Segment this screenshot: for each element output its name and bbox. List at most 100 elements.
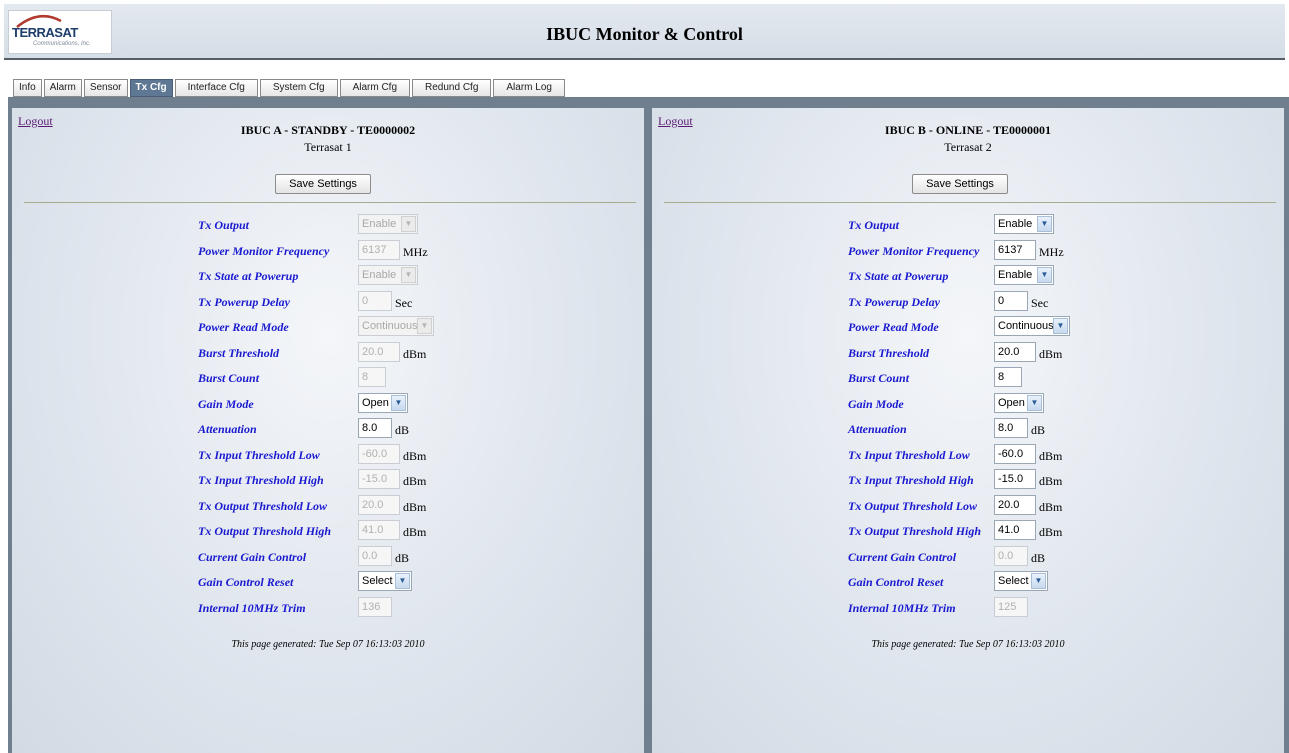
row-tx-input-threshold-low: Tx Input Threshold Low -60.0 dBm [12, 443, 644, 470]
tab-sensor[interactable]: Sensor [83, 79, 128, 97]
tx-state-at-powerup-select[interactable]: Enable ▼ [994, 265, 1054, 285]
burst-threshold-input[interactable]: 20.0 [994, 341, 1036, 362]
tab-system-cfg[interactable]: System Cfg [259, 79, 338, 97]
row-burst-count: Burst Count 8 [652, 367, 1284, 393]
tab-interface-cfg[interactable]: Interface Cfg [174, 79, 258, 97]
unit-title: IBUC B - ONLINE - TE0000001 [884, 123, 1052, 137]
page-title: IBUC Monitor & Control [546, 24, 743, 44]
tx-powerup-delay-input[interactable]: 0 [358, 290, 392, 311]
current-gain-control-input[interactable]: 0.0 [358, 545, 392, 566]
field-label: Tx Input Threshold High [198, 473, 324, 487]
tab-alarm-log[interactable]: Alarm Log [493, 79, 565, 97]
attenuation-input[interactable]: 8.0 [994, 418, 1028, 438]
tx-input-threshold-low-input[interactable]: -60.0 [358, 443, 400, 464]
tab-alarm-cfg[interactable]: Alarm Cfg [339, 79, 411, 97]
generated-timestamp: This page generated: Tue Sep 07 16:13:03… [231, 639, 425, 650]
chevron-down-icon: ▼ [391, 394, 406, 411]
power-read-mode-select[interactable]: Continuous ▼ [358, 316, 434, 336]
gain-mode-select[interactable]: Open ▼ [994, 392, 1044, 413]
field-label: Burst Threshold [848, 345, 930, 360]
divider [24, 202, 636, 203]
row-gain-control-reset: Gain Control Reset Select ▼ [12, 571, 644, 597]
tx-powerup-delay-input[interactable]: 0 [994, 290, 1028, 311]
row-tx-output-threshold-high: Tx Output Threshold High 41.0 dBm [12, 520, 644, 546]
unit-label: dB [395, 423, 410, 437]
power-read-mode-select[interactable]: Continuous ▼ [994, 316, 1070, 336]
row-tx-output: Tx Output Enable ▼ [652, 214, 1284, 240]
unit-label: dBm [403, 448, 427, 463]
tx-input-threshold-high-input[interactable]: -15.0 [358, 469, 400, 489]
field-label: Tx Input Threshold High [848, 473, 974, 487]
row-tx-powerup-delay: Tx Powerup Delay 0 Sec [652, 290, 1284, 317]
chevron-down-icon: ▼ [1037, 216, 1052, 232]
tx-output-threshold-high-input[interactable]: 41.0 [994, 520, 1036, 540]
tab-redund-cfg[interactable]: Redund Cfg [412, 79, 492, 97]
field-label: Gain Mode [848, 396, 904, 411]
gain-mode-select[interactable]: Open ▼ [358, 392, 408, 413]
chevron-down-icon: ▼ [401, 267, 416, 283]
save-settings-button[interactable]: Save Settings [275, 174, 371, 194]
tx-state-at-powerup-select[interactable]: Enable ▼ [358, 265, 418, 285]
tx-output-select[interactable]: Enable ▼ [994, 214, 1054, 234]
field-label: Internal 10MHz Trim [198, 600, 306, 615]
unit-label: MHz [1039, 244, 1064, 259]
unit-label: dB [1031, 550, 1046, 565]
power-monitor-frequency-input[interactable]: 6137 [358, 239, 400, 260]
burst-count-input[interactable]: 8 [358, 367, 386, 387]
row-power-read-mode: Power Read Mode Continuous ▼ [652, 316, 1284, 342]
field-label: Tx Input Threshold Low [198, 447, 320, 462]
internal-10mhz-trim-input[interactable]: 125 [994, 596, 1028, 617]
field-label: Tx Powerup Delay [198, 294, 290, 309]
row-gain-mode: Gain Mode Open ▼ [12, 392, 644, 419]
tab-bar: Info Alarm Sensor Tx Cfg Interface Cfg S… [13, 79, 565, 97]
tx-input-threshold-low-input[interactable]: -60.0 [994, 443, 1036, 464]
internal-10mhz-trim-input[interactable]: 136 [358, 596, 392, 617]
unit-label: dBm [1039, 346, 1063, 361]
field-label: Tx Output Threshold Low [848, 498, 978, 513]
row-gain-mode: Gain Mode Open ▼ [652, 392, 1284, 419]
burst-threshold-input[interactable]: 20.0 [358, 341, 400, 362]
field-label: Tx Output [198, 218, 250, 232]
chevron-down-icon: ▼ [401, 216, 416, 232]
tab-alarm[interactable]: Alarm [43, 79, 82, 97]
row-tx-powerup-delay: Tx Powerup Delay 0 Sec [12, 290, 644, 317]
row-tx-state-at-powerup: Tx State at Powerup Enable ▼ [652, 265, 1284, 291]
row-internal-10mhz-trim: Internal 10MHz Trim 125 [652, 596, 1284, 623]
gain-control-reset-select[interactable]: Select ▼ [358, 571, 412, 591]
tx-output-threshold-low-input[interactable]: 20.0 [358, 494, 400, 515]
current-gain-control-input[interactable]: 0.0 [994, 545, 1028, 566]
save-settings-button[interactable]: Save Settings [912, 174, 1008, 194]
tx-input-threshold-high-input[interactable]: -15.0 [994, 469, 1036, 489]
row-tx-input-threshold-low: Tx Input Threshold Low -60.0 dBm [652, 443, 1284, 470]
field-label: Tx Output Threshold High [848, 524, 982, 538]
tx-output-threshold-low-input[interactable]: 20.0 [994, 494, 1036, 515]
field-label: Gain Control Reset [198, 575, 294, 589]
tx-output-threshold-high-input[interactable]: 41.0 [358, 520, 400, 540]
unit-label: Sec [1031, 295, 1049, 310]
row-power-monitor-frequency: Power Monitor Frequency 6137 MHz [12, 239, 644, 266]
row-tx-output-threshold-high: Tx Output Threshold High 41.0 dBm [652, 520, 1284, 546]
attenuation-input[interactable]: 8.0 [358, 418, 392, 438]
gain-control-reset-select[interactable]: Select ▼ [994, 571, 1048, 591]
row-attenuation: Attenuation 8.0 dB [12, 418, 644, 444]
tab-tx-cfg[interactable]: Tx Cfg [129, 79, 173, 97]
tab-info[interactable]: Info [13, 79, 42, 97]
unit-label: dBm [403, 525, 427, 539]
field-label: Power Read Mode [198, 320, 289, 334]
power-monitor-frequency-input[interactable]: 6137 [994, 239, 1036, 260]
field-label: Power Monitor Frequency [848, 243, 980, 258]
ibuc-a-panel: Logout IBUC A - STANDBY - TE0000002 Terr… [12, 108, 644, 753]
chevron-down-icon: ▼ [1053, 318, 1068, 334]
field-label: Tx State at Powerup [198, 269, 299, 283]
tx-output-select[interactable]: Enable ▼ [358, 214, 418, 234]
field-label: Attenuation [198, 422, 257, 436]
burst-count-input[interactable]: 8 [994, 367, 1022, 387]
row-burst-threshold: Burst Threshold 20.0 dBm [12, 341, 644, 368]
unit-subtitle: Terrasat 2 [944, 140, 992, 154]
field-label: Burst Count [848, 371, 910, 385]
field-label: Tx Output [848, 218, 900, 232]
generated-timestamp: This page generated: Tue Sep 07 16:13:03… [871, 639, 1065, 650]
row-current-gain-control: Current Gain Control 0.0 dB [652, 545, 1284, 572]
unit-label: dBm [403, 474, 427, 488]
unit-label: Sec [395, 295, 413, 310]
